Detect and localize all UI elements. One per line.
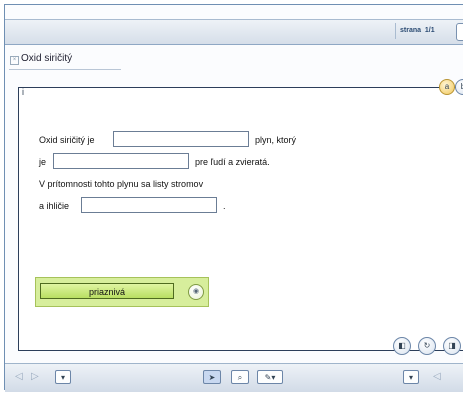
sentence-2-suffix: pre ľudí a zvieratá. xyxy=(195,157,270,167)
reset-icon[interactable]: ↻ xyxy=(418,337,436,355)
answer-option-card[interactable]: priaznivá ◉ xyxy=(35,277,209,307)
answer-option-button[interactable]: priaznivá xyxy=(40,283,174,299)
prev-arrow-icon[interactable]: ◁ xyxy=(433,371,441,382)
sentence-1-prefix: Oxid siričitý je xyxy=(39,135,95,145)
next-arrow-icon[interactable]: ▷ xyxy=(31,371,39,382)
gap-2-input[interactable] xyxy=(53,153,189,169)
close-icon[interactable]: × xyxy=(10,56,19,65)
gap-3-input[interactable] xyxy=(81,197,217,213)
drag-handle-icon[interactable]: ◉ xyxy=(188,284,204,300)
top-bar: strana 1/1 xyxy=(5,19,463,45)
sentence-4-prefix: a ihličie xyxy=(39,201,70,211)
tab-underline xyxy=(9,69,121,70)
prev-arrow-icon[interactable]: ◁ xyxy=(15,371,23,382)
highlighter-icon[interactable]: ✎▾ xyxy=(257,370,283,384)
sentence-4-suffix: . xyxy=(223,201,226,211)
tab-title: Oxid siričitý xyxy=(21,53,73,64)
app-window: strana 1/1 × Oxid siričitý i a b Oxid si… xyxy=(4,4,463,392)
pointer-icon[interactable]: ➤ xyxy=(203,370,221,384)
option-b-button[interactable]: b xyxy=(455,79,463,95)
page-indicator: strana 1/1 xyxy=(395,23,439,39)
search-icon[interactable]: ⌕ xyxy=(231,370,249,384)
sentence-1-suffix: plyn, ktorý xyxy=(255,135,297,145)
gap-1-input[interactable] xyxy=(113,131,249,147)
dropdown-icon[interactable]: ▾ xyxy=(403,370,419,384)
dropdown-icon[interactable]: ▾ xyxy=(55,370,71,384)
sentence-2-prefix: je xyxy=(39,157,47,167)
hint-icon[interactable]: ◨ xyxy=(443,337,461,355)
option-a-button[interactable]: a xyxy=(439,79,455,95)
tab-oxid-siricity[interactable]: × Oxid siričitý xyxy=(10,53,73,65)
info-marker: i xyxy=(22,87,24,97)
sentence-3: V prítomnosti tohto plynu sa listy strom… xyxy=(39,179,204,189)
check-icon[interactable]: ◧ xyxy=(393,337,411,355)
bottom-toolbar: ◁ ▷ ▾ ➤ ⌕ ✎▾ ▾ ◁ xyxy=(5,363,463,392)
exercise-panel: i a b Oxid siričitý je plyn, ktorý je pr… xyxy=(18,79,463,351)
page-menu-button[interactable] xyxy=(456,23,463,41)
